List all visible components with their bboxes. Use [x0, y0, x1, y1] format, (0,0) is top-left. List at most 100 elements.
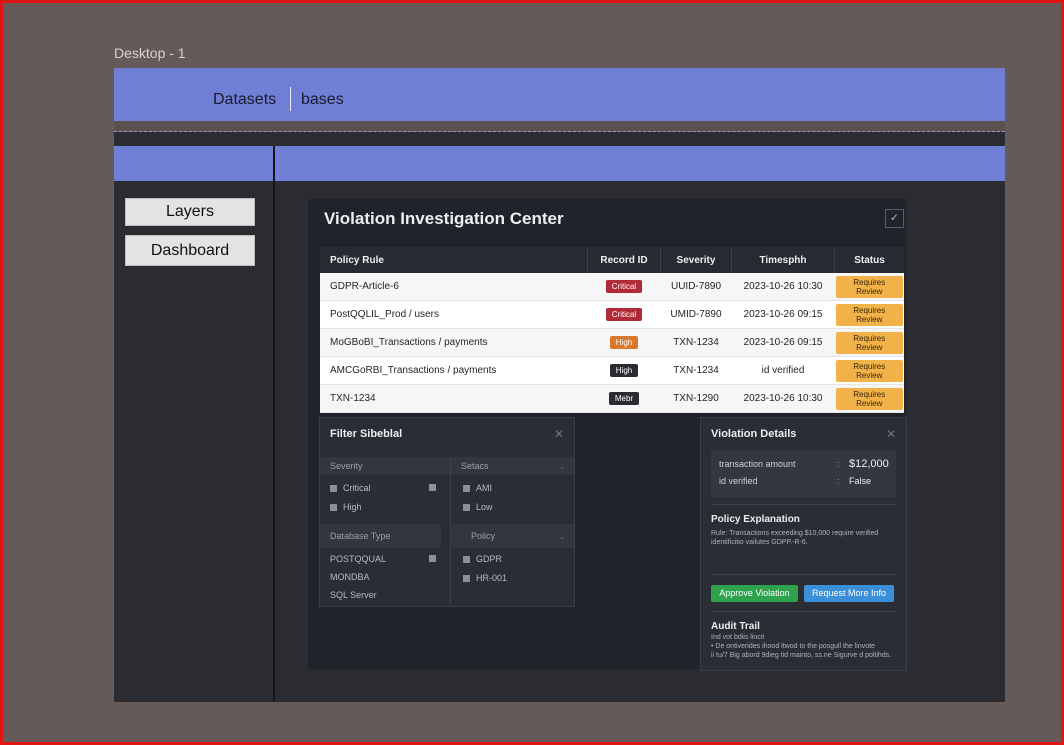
kv-separator: : [837, 476, 840, 486]
filter-panel: Filter Sibeblal ✕ Severity Setacs ⌄ Crit… [319, 417, 575, 607]
checkbox-icon[interactable] [330, 485, 337, 493]
cell-policy-rule: GDPR-Article-6 [320, 273, 588, 301]
checkbox-icon[interactable] [463, 575, 470, 583]
column-header-status[interactable]: Status [834, 247, 904, 273]
detail-value: False [849, 476, 872, 486]
table-row[interactable]: PostQQLIL_Prod / users Critical UMID-789… [320, 300, 904, 329]
cell-record-id: UMID-7890 [660, 300, 732, 329]
filter-column-divider [450, 458, 451, 604]
column-header-severity[interactable]: Record ID [587, 247, 661, 273]
cell-timestamp: id verified [731, 356, 835, 385]
filter-option-critical[interactable]: Critical [330, 482, 371, 494]
cell-record-id: TXN-1234 [660, 328, 732, 357]
table-row[interactable]: GDPR-Article-6 Critical UUID-7890 2023-1… [320, 273, 904, 301]
chevron-down-icon: ⌄ [558, 461, 566, 471]
approve-violation-button[interactable]: Approve Violation [711, 585, 798, 602]
audit-line: ii tu/7 Big abord 9dieg tid mainto, ss.n… [711, 652, 892, 659]
breadcrumb-bases[interactable]: bases [301, 91, 344, 109]
severity-badge: Mebr [608, 392, 640, 405]
status-badge: Requires Review [835, 387, 903, 410]
severity-label: Severity [330, 461, 363, 471]
left-panel-header [114, 146, 273, 181]
layers-button[interactable]: Layers [125, 198, 255, 226]
check-icon[interactable]: ✓ [885, 209, 904, 228]
column-header-policy-rule[interactable]: Policy Rule [320, 247, 588, 273]
filter-option-ami[interactable]: AMI [463, 482, 492, 494]
details-key-values: transaction amount : $12,000 id verified… [711, 451, 896, 497]
cell-policy-rule: MoGBoBI_Transactions / payments [320, 328, 588, 357]
request-more-info-button[interactable]: Request More Info [804, 585, 894, 602]
top-breadcrumb-bar: Datasets bases [114, 68, 1005, 121]
filter-option-postgres[interactable]: POSTQQUAL [330, 553, 386, 565]
severity-badge: High [609, 364, 639, 377]
checkbox-icon[interactable] [463, 504, 470, 512]
cell-policy-rule: PostQQLIL_Prod / users [320, 300, 588, 329]
severity-section-header[interactable]: Severity [320, 457, 450, 475]
table-row[interactable]: TXN-1234 Mebr TXN-1290 2023-10-26 10:30 … [320, 384, 904, 413]
policy-section-header[interactable]: Policy ⌄ [451, 524, 574, 548]
cell-policy-rule: TXN-1234 [320, 384, 588, 413]
breadcrumb-separator [290, 87, 291, 111]
status-badge: Requires Review [835, 303, 903, 326]
page-title: Violation Investigation Center [324, 209, 564, 228]
filter-option-high[interactable]: High [330, 501, 362, 513]
frame-label: Desktop - 1 [114, 45, 186, 61]
status-badge: Requires Review [835, 275, 903, 298]
audit-trail-title: Audit Trail [711, 621, 760, 632]
filter-option-gdpr[interactable]: GDPR [463, 553, 502, 565]
filter-option-sql-server[interactable]: SQL Server [330, 589, 377, 601]
column-header-record-id[interactable]: Severity [660, 247, 732, 273]
close-icon[interactable]: ✕ [886, 427, 896, 441]
checkbox-icon[interactable] [330, 504, 337, 512]
table-header-row: Policy Rule Record ID Severity Timesphh … [320, 247, 904, 273]
policy-explanation-text: Rule: Transactions exceeding $10,000 req… [711, 530, 879, 546]
cell-timestamp: 2023-10-26 10:30 [731, 384, 835, 413]
divider [711, 574, 897, 575]
main-panel-header [275, 146, 1005, 181]
cell-timestamp: 2023-10-26 09:15 [731, 300, 835, 329]
dashboard-button[interactable]: Dashboard [125, 235, 255, 266]
detail-key: transaction amount [719, 459, 796, 469]
violation-app: Violation Investigation Center ✓ Policy … [308, 199, 907, 671]
setacs-label: Setacs [461, 461, 489, 471]
kv-separator: : [837, 459, 840, 469]
filter-option-mondba[interactable]: MONDBA [330, 571, 370, 583]
severity-badge: Critical [605, 308, 643, 321]
cell-record-id: TXN-1290 [660, 384, 732, 413]
panel-divider [273, 146, 275, 702]
checkbox-icon[interactable] [429, 555, 436, 562]
status-badge: Requires Review [835, 359, 903, 382]
filter-option-low[interactable]: Low [463, 501, 493, 513]
table-row[interactable]: AMCGoRBI_Transactions / payments High TX… [320, 356, 904, 385]
audit-line: Ind vot bdiis lincit [711, 634, 765, 641]
severity-badge: Critical [605, 280, 643, 293]
detail-key: id verified [719, 476, 758, 486]
checkbox-icon[interactable] [463, 556, 470, 564]
filter-option-hr-001[interactable]: HR-001 [463, 572, 507, 584]
filter-panel-title: Filter Sibeblal [330, 428, 403, 440]
database-type-section-header[interactable]: Database Type [320, 524, 441, 548]
divider [711, 611, 897, 612]
divider [711, 504, 897, 505]
audit-line: • De ontiverides ihood ltwod to the posg… [711, 643, 875, 650]
table-row[interactable]: MoGBoBI_Transactions / payments High TXN… [320, 328, 904, 357]
breadcrumb-datasets[interactable]: Datasets [213, 91, 276, 109]
cell-timestamp: 2023-10-26 09:15 [731, 328, 835, 357]
policy-label: Policy [471, 531, 496, 541]
status-badge: Requires Review [835, 331, 903, 354]
policy-explanation-title: Policy Explanation [711, 514, 800, 525]
checkbox-icon[interactable] [463, 485, 470, 493]
column-header-timestamp[interactable]: Timesphh [731, 247, 835, 273]
header-strip [114, 121, 1005, 131]
database-type-label: Database Type [330, 531, 391, 541]
details-panel-title: Violation Details [711, 428, 797, 440]
design-canvas: Layers Dashboard Violation Investigation… [114, 132, 1005, 702]
cell-policy-rule: AMCGoRBI_Transactions / payments [320, 356, 588, 385]
cell-record-id: UUID-7890 [660, 273, 732, 301]
chevron-down-icon: ⌄ [558, 531, 566, 541]
close-icon[interactable]: ✕ [554, 427, 564, 441]
cell-record-id: TXN-1234 [660, 356, 732, 385]
checkbox-icon[interactable] [429, 484, 436, 491]
setacs-section-header[interactable]: Setacs ⌄ [451, 457, 574, 475]
cell-timestamp: 2023-10-26 10:30 [731, 273, 835, 301]
